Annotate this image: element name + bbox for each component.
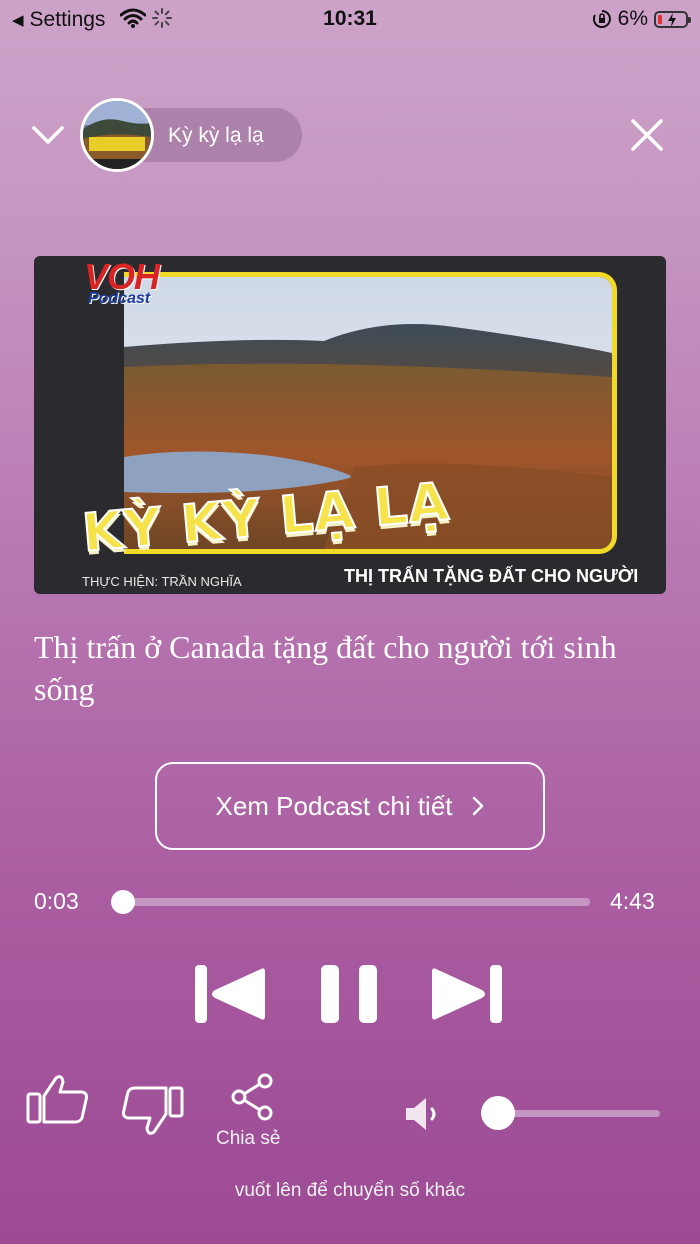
speaker-icon[interactable] <box>402 1094 442 1134</box>
view-podcast-details-button[interactable]: Xem Podcast chi tiết <box>155 762 545 850</box>
view-podcast-details-label: Xem Podcast chi tiết <box>215 790 453 821</box>
episode-artwork: VOH Podcast KỲ KỲ LẠ LẠ THỰC HIỆN: TRẦN … <box>34 256 666 594</box>
previous-icon[interactable] <box>193 963 267 1025</box>
chevron-down-icon[interactable] <box>30 118 66 154</box>
swipe-hint: vuốt lên để chuyển số khác <box>234 1180 466 1201</box>
artwork-credit: THỰC HIỆN: TRẦN NGHĨA <box>82 574 242 589</box>
volume-slider[interactable] <box>498 1110 660 1117</box>
duration: 4:43 <box>610 888 655 914</box>
progress-bar[interactable] <box>118 898 590 906</box>
episode-title: Thị trấn ở Canada tặng đất cho người tới… <box>34 629 617 707</box>
next-icon[interactable] <box>430 963 504 1025</box>
battery-icon <box>654 10 691 28</box>
podcast-avatar[interactable] <box>80 98 154 172</box>
status-bar: ◀ Settings 10:31 6% <box>0 0 700 38</box>
voh-logo: VOH Podcast <box>84 256 160 307</box>
progress-thumb[interactable] <box>110 890 135 914</box>
thumbs-up-icon[interactable] <box>26 1074 90 1126</box>
current-time: 0:03 <box>34 888 79 914</box>
thumbs-down-icon[interactable] <box>120 1084 184 1136</box>
orientation-lock-icon <box>592 10 611 28</box>
share-icon[interactable] <box>228 1072 278 1122</box>
battery-percent: 6% <box>617 7 648 30</box>
artwork-subtitle: THỊ TRẤN TẶNG ĐẤT CHO NGƯỜI <box>344 566 639 586</box>
pause-icon[interactable] <box>319 963 379 1025</box>
close-icon[interactable] <box>630 118 664 152</box>
share-label[interactable]: Chia sẻ <box>216 1128 280 1150</box>
volume-thumb[interactable] <box>481 1096 515 1130</box>
podcast-name: Kỳ kỳ lạ lạ <box>168 124 264 147</box>
chevron-right-icon <box>472 796 483 816</box>
